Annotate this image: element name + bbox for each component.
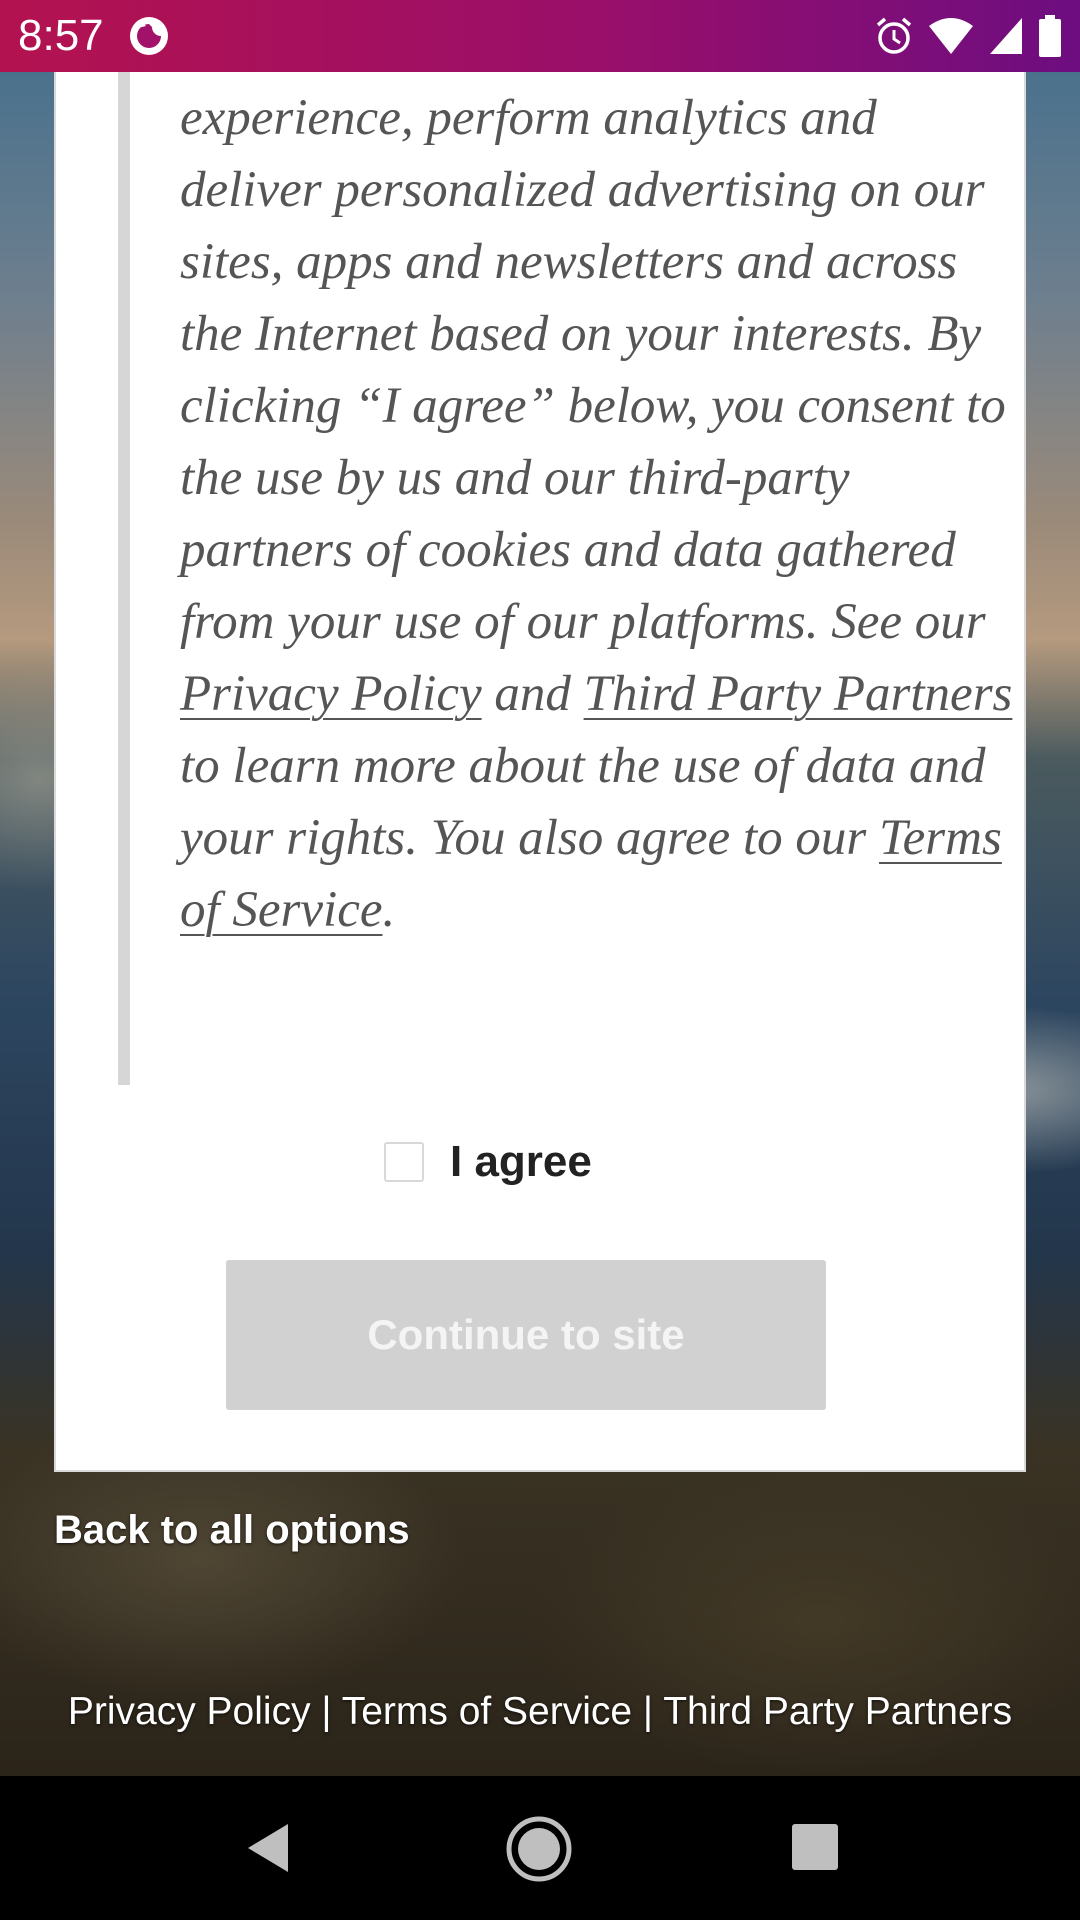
cell-signal-icon <box>990 18 1022 54</box>
consent-text-part1: experience, perform analytics and delive… <box>180 90 1006 650</box>
back-to-all-options-link[interactable]: Back to all options <box>54 1508 410 1553</box>
consent-card: experience, perform analytics and delive… <box>54 72 1026 1472</box>
agree-checkbox[interactable] <box>384 1142 424 1182</box>
consent-text-and: and <box>481 666 584 722</box>
status-bar: 8:57 <box>0 0 1080 72</box>
third-party-partners-link[interactable]: Third Party Partners <box>584 666 1013 722</box>
footer-privacy-policy-link[interactable]: Privacy Policy <box>68 1690 311 1733</box>
wifi-icon <box>929 18 973 54</box>
consent-text-end: . <box>382 882 396 938</box>
privacy-policy-link[interactable]: Privacy Policy <box>180 666 482 722</box>
agree-label[interactable]: I agree <box>450 1137 592 1187</box>
battery-icon <box>1039 15 1061 57</box>
alarm-icon <box>876 17 912 54</box>
footer-links: Privacy Policy | Terms of Service | Thir… <box>0 1690 1080 1734</box>
status-time: 8:57 <box>18 11 104 60</box>
consent-text-part2: to learn more about the use of data and … <box>180 738 986 866</box>
footer-terms-of-service-link[interactable]: Terms of Service <box>342 1690 632 1733</box>
home-icon[interactable] <box>504 1814 574 1884</box>
navigation-bar <box>0 1776 1080 1920</box>
continue-to-site-button[interactable]: Continue to site <box>226 1260 826 1410</box>
recents-icon[interactable] <box>786 1818 846 1878</box>
status-icons <box>874 14 1062 58</box>
firefox-icon <box>130 17 168 55</box>
consent-text: experience, perform analytics and delive… <box>180 82 1020 946</box>
footer-separator: | <box>632 1690 664 1733</box>
agree-row[interactable]: I agree <box>384 1132 592 1192</box>
footer-separator: | <box>310 1690 342 1733</box>
quote-bar <box>118 72 130 1085</box>
back-icon[interactable] <box>240 1818 300 1878</box>
footer-third-party-partners-link[interactable]: Third Party Partners <box>663 1690 1012 1733</box>
